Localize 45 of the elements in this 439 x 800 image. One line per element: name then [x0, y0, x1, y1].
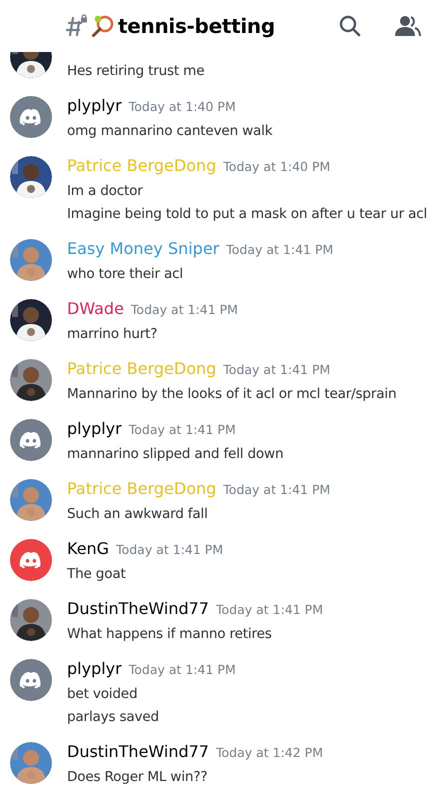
timestamp: Today at 1:40 PM — [128, 99, 236, 114]
message-text: mannarino slipped and fell down — [67, 445, 284, 464]
message-text: who tore their acl — [67, 265, 184, 284]
message-text: Mannarino by the looks of it acl or mcl tear/sprain — [67, 385, 396, 404]
controller-icon — [19, 431, 43, 449]
message-text: parlays saved — [67, 708, 160, 727]
timestamp: Today at 1:42 PM — [216, 745, 324, 760]
timestamp: Today at 1:41 PM — [116, 542, 224, 557]
timestamp: Today at 1:41 PM — [128, 422, 236, 437]
message-text: bet voided — [67, 685, 138, 704]
username[interactable]: DustinTheWind77 — [67, 742, 209, 761]
message-text: Imagine being told to put a mask on after u tear ur acl — [67, 205, 428, 224]
timestamp: Today at 1:41 PM — [128, 662, 236, 677]
message-text: Does Roger ML win?? — [67, 768, 208, 787]
tennis-racket-icon — [91, 14, 115, 38]
locked-channel-icon — [64, 14, 88, 38]
username[interactable]: plyplyr — [67, 96, 122, 115]
message-text: The goat — [67, 565, 127, 584]
username[interactable]: plyplyr — [67, 419, 122, 438]
timestamp: Today at 1:41 PM — [216, 602, 324, 617]
default-avatar[interactable] — [10, 659, 52, 701]
timestamp: Today at 1:41 PM — [223, 482, 330, 497]
timestamp: Today at 1:41 PM — [223, 362, 330, 377]
message-text: Hes retiring trust me — [67, 62, 204, 81]
username[interactable]: KenG — [67, 539, 110, 558]
members-icon — [395, 14, 421, 38]
channel-title: tennis-betting — [118, 14, 276, 38]
message-text: What happens if manno retires — [67, 625, 273, 644]
message-text: Such an awkward fall — [67, 505, 209, 524]
message-text: Im a doctor — [67, 182, 144, 201]
default-avatar[interactable] — [10, 96, 52, 138]
default-avatar[interactable] — [10, 539, 52, 581]
default-avatar[interactable] — [10, 419, 52, 461]
search-icon — [338, 14, 362, 38]
controller-icon — [19, 108, 43, 126]
timestamp: Today at 1:41 PM — [130, 302, 238, 317]
username[interactable]: plyplyr — [67, 659, 122, 678]
controller-icon — [19, 551, 43, 569]
username[interactable]: DWade — [67, 299, 124, 318]
message-text: omg mannarino canteven walk — [67, 122, 272, 141]
timestamp: Today at 1:40 PM — [223, 159, 330, 174]
controller-icon — [19, 671, 43, 689]
username[interactable]: DustinTheWind77 — [67, 599, 209, 618]
message-text: marrino hurt? — [67, 325, 158, 344]
timestamp: Today at 1:41 PM — [226, 242, 334, 257]
